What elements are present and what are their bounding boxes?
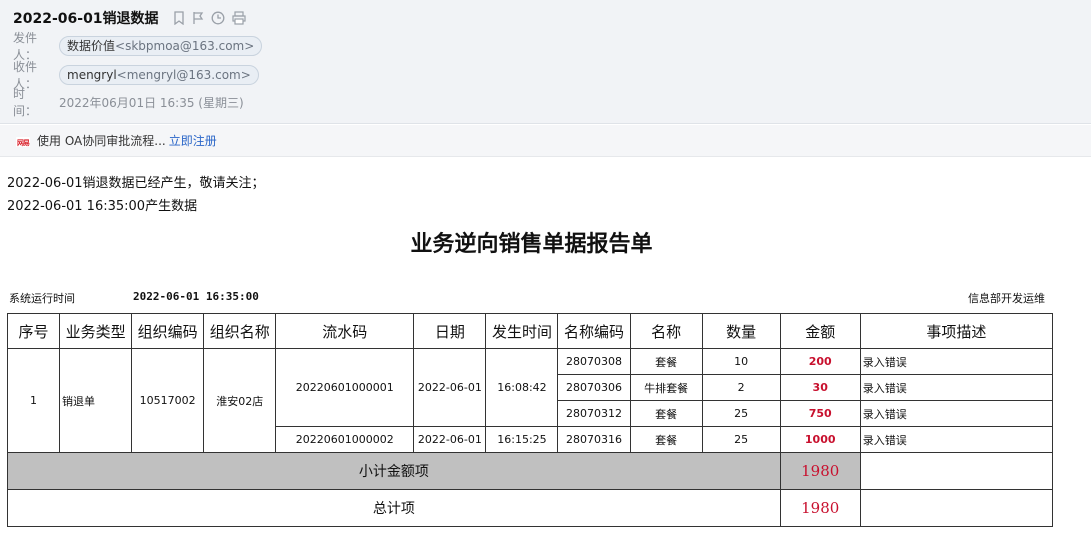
bookmark-icon[interactable] xyxy=(173,11,185,25)
col-header: 金额 xyxy=(779,313,861,349)
col-header: 序号 xyxy=(6,313,61,349)
body-line-2: 2022-06-01 16:35:00产生数据 xyxy=(7,199,198,214)
to-row: 收件人： mengryl<mengryl@163.com> xyxy=(13,60,259,91)
time-value: 2022年06月01日 16:35 (星期三) xyxy=(59,95,244,110)
subtotal-value: 1980 xyxy=(779,452,861,490)
total-blank xyxy=(859,489,1054,527)
cell-date: 2022-06-01 xyxy=(413,348,487,427)
cell-desc: 录入错误 xyxy=(859,348,1054,375)
cell-seq: 1 xyxy=(6,348,61,453)
report-title: 业务逆向销售单据报告单 xyxy=(410,231,653,257)
cell-org-name: 淮安02店 xyxy=(203,348,277,453)
time-label: 时 间： xyxy=(13,87,38,118)
from-name: 数据价值 xyxy=(67,39,116,53)
sys-time-value: 2022-06-01 16:35:00 xyxy=(133,290,259,303)
total-value: 1980 xyxy=(779,489,861,527)
to-address: <mengryl@163.com> xyxy=(116,68,251,82)
col-header: 组织编码 xyxy=(131,313,205,349)
cell-time: 16:15:25 xyxy=(485,426,559,453)
cell-code: 28070308 xyxy=(557,348,631,375)
col-header: 名称 xyxy=(629,313,703,349)
notice-bar: 网易 使用 OA协同审批流程... 立即注册 xyxy=(0,125,1091,157)
table-row: 1 销退单 10517002 淮安02店 20220601000001 2022… xyxy=(6,348,1054,453)
col-header: 数量 xyxy=(701,313,781,349)
report-table: 序号 业务类型 组织编码 组织名称 流水码 日期 发生时间 名称编码 名称 数量… xyxy=(6,313,1054,527)
subject-actions xyxy=(173,11,246,25)
cell-qty: 25 xyxy=(701,400,781,427)
mail-header: 2022-06-01销退数据 发件人： 数据价值<skbpmoa@163.com… xyxy=(0,0,1091,124)
sys-time-label: 系统运行时间 xyxy=(9,292,75,305)
cell-name: 牛排套餐 xyxy=(629,374,703,401)
from-address: <skbpmoa@163.com> xyxy=(115,39,255,53)
cell-serial: 20220601000002 xyxy=(275,426,415,453)
col-header: 流水码 xyxy=(275,313,415,349)
subtotal-blank xyxy=(859,452,1054,490)
cell-code: 28070306 xyxy=(557,374,631,401)
time-row: 时 间： 2022年06月01日 16:35 (星期三) xyxy=(13,87,244,118)
to-name: mengryl xyxy=(67,68,117,82)
cell-amount: 1000 xyxy=(779,426,861,453)
print-icon[interactable] xyxy=(231,11,246,25)
clock-icon[interactable] xyxy=(211,11,225,25)
col-header: 业务类型 xyxy=(59,313,133,349)
from-row: 发件人： 数据价值<skbpmoa@163.com> xyxy=(13,31,263,62)
subtotal-label: 小计金额项 xyxy=(7,452,781,490)
total-row: 总计项 1980 xyxy=(7,489,1054,527)
body-line-1: 2022-06-01销退数据已经产生，敬请关注； xyxy=(7,176,265,191)
subject-row: 2022-06-01销退数据 xyxy=(13,8,246,28)
col-header: 事项描述 xyxy=(859,313,1054,349)
col-header: 日期 xyxy=(413,313,487,349)
cell-code: 28070312 xyxy=(557,400,631,427)
cell-org-code: 10517002 xyxy=(131,348,205,453)
cell-amount: 30 xyxy=(779,374,861,401)
notice-text: 使用 OA协同审批流程... xyxy=(37,134,166,148)
cell-serial: 20220601000001 xyxy=(275,348,415,427)
cell-name: 套餐 xyxy=(629,348,703,375)
cell-desc: 录入错误 xyxy=(859,374,1054,401)
cell-name: 套餐 xyxy=(629,426,703,453)
mail-subject: 2022-06-01销退数据 xyxy=(13,11,159,27)
cell-date: 2022-06-01 xyxy=(413,426,487,453)
col-header: 组织名称 xyxy=(203,313,277,349)
cell-amount: 200 xyxy=(779,348,861,375)
col-header: 发生时间 xyxy=(485,313,559,349)
cell-qty: 25 xyxy=(701,426,781,453)
register-link[interactable]: 立即注册 xyxy=(169,132,217,149)
cell-amount: 750 xyxy=(779,400,861,427)
col-header: 名称编码 xyxy=(557,313,631,349)
cell-code: 28070316 xyxy=(557,426,631,453)
cell-type: 销退单 xyxy=(59,348,133,453)
subtotal-row: 小计金额项 1980 xyxy=(7,452,1054,490)
total-label: 总计项 xyxy=(7,489,781,527)
dept-label: 信息部开发运维 xyxy=(968,292,1045,305)
cell-qty: 10 xyxy=(701,348,781,375)
to-chip[interactable]: mengryl<mengryl@163.com> xyxy=(59,65,259,85)
cell-name: 套餐 xyxy=(629,400,703,427)
cell-time: 16:08:42 xyxy=(485,348,559,427)
cell-qty: 2 xyxy=(701,374,781,401)
svg-text:易: 易 xyxy=(23,138,30,147)
cell-desc: 录入错误 xyxy=(859,400,1054,427)
from-chip[interactable]: 数据价值<skbpmoa@163.com> xyxy=(59,36,263,56)
flag-icon[interactable] xyxy=(192,11,204,25)
cell-desc: 录入错误 xyxy=(859,426,1054,453)
mail-logo-icon: 网易 xyxy=(16,136,30,147)
header-row: 序号 业务类型 组织编码 组织名称 流水码 日期 发生时间 名称编码 名称 数量… xyxy=(6,313,1054,349)
